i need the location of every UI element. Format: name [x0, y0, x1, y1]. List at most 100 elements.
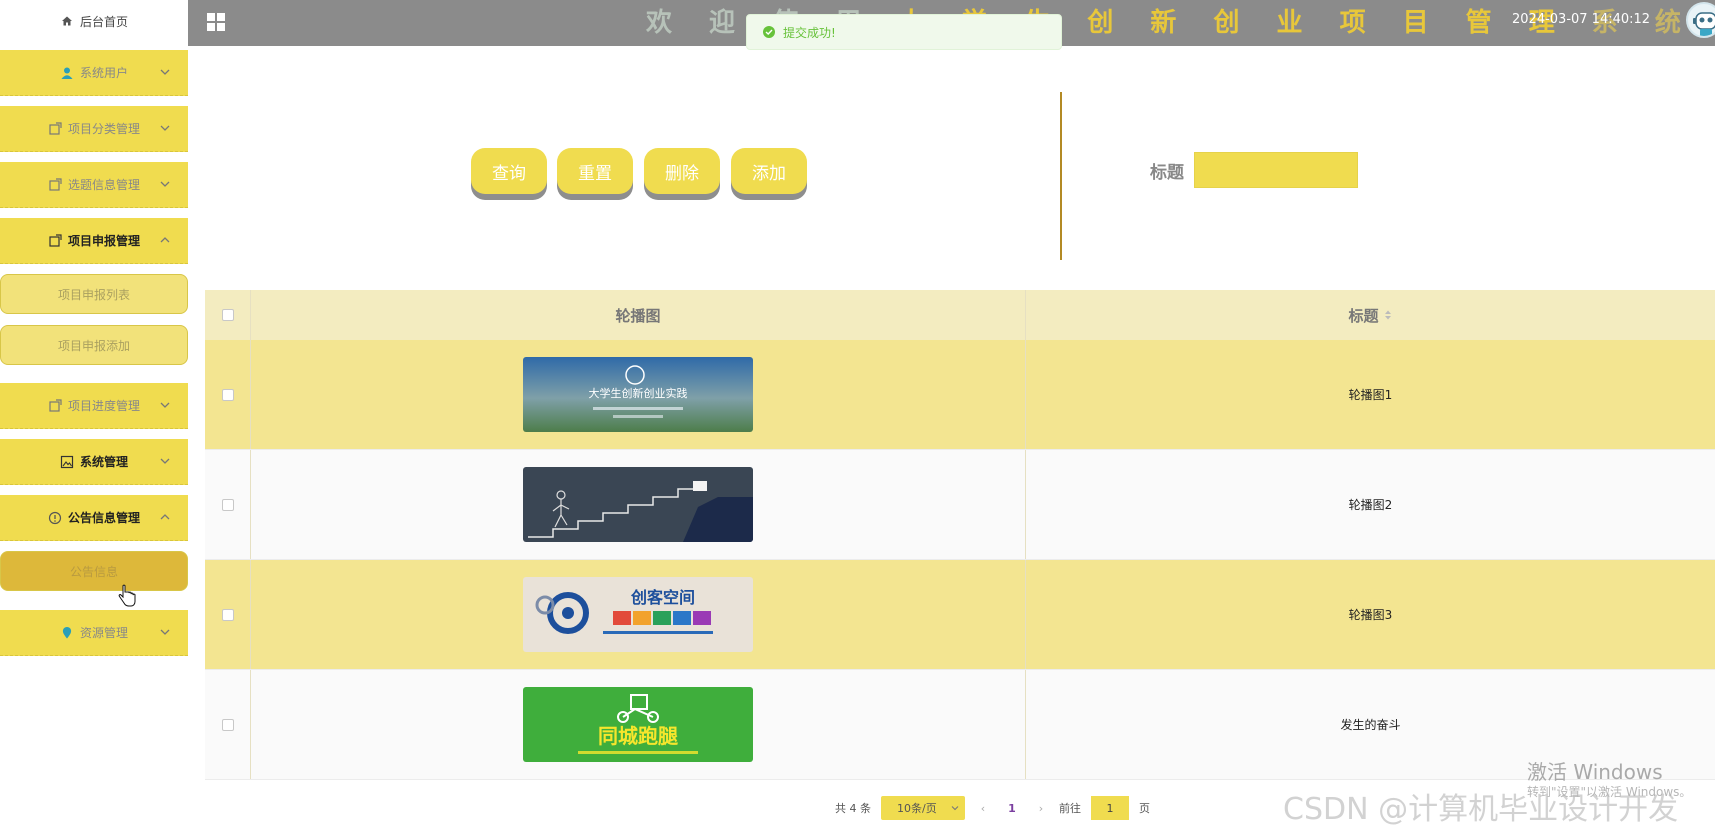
sidebar-item-label: 系统用户: [79, 66, 128, 80]
pagination-total: 共 4 条: [835, 802, 871, 815]
row-checkbox[interactable]: [221, 718, 234, 731]
delivery-green-image: 同城跑腿: [523, 687, 753, 762]
sidebar-subitem-project-apply-list[interactable]: 项目申报列表: [0, 274, 188, 314]
row-image-cell: 创客空间: [251, 560, 1026, 669]
table-row[interactable]: 大学生创新创业实践 轮播图1: [205, 340, 1715, 450]
sidebar-item-label: 项目进度管理: [67, 399, 140, 413]
robot-avatar-icon: [1693, 12, 1715, 36]
sidebar-item-project-category[interactable]: 项目分类管理: [0, 106, 188, 152]
table-row[interactable]: 轮播图2: [205, 450, 1715, 560]
row-checkbox[interactable]: [221, 498, 234, 511]
next-page-button[interactable]: ›: [1033, 802, 1049, 815]
sidebar-item-label: 项目申报管理: [67, 234, 140, 248]
windows-activation-title: 激活 Windows: [1527, 760, 1663, 784]
sidebar-item-system-manage[interactable]: 系统管理: [0, 439, 188, 485]
sidebar-subitem-label: 公告信息: [69, 564, 118, 579]
title-search-input[interactable]: [1194, 152, 1358, 188]
select-all-checkbox[interactable]: [221, 309, 234, 321]
chevron-down-icon: [160, 181, 170, 187]
add-button[interactable]: 添加: [731, 148, 807, 194]
carousel-table: 轮播图 标题 大学生创新创业实践 轮播图1 轮播图2 创客空间 轮播图3 同城跑…: [205, 290, 1715, 780]
sidebar-item-system-users[interactable]: 系统用户: [0, 50, 188, 96]
prev-page-button[interactable]: ‹: [975, 802, 991, 815]
row-checkbox[interactable]: [221, 608, 234, 621]
page-size-value: 10条/页: [897, 802, 937, 815]
chevron-down-icon: [160, 629, 170, 635]
header-title-label: 标题: [1348, 306, 1379, 325]
row-check-cell: [205, 450, 251, 559]
doc-icon: [49, 121, 62, 135]
reset-button[interactable]: 重置: [557, 148, 633, 194]
search-divider: [1060, 92, 1062, 260]
chevron-down-icon: [160, 458, 170, 464]
sidebar-item-label: 系统管理: [79, 455, 128, 469]
toast-message: 提交成功!: [783, 25, 836, 40]
app-root: 后台首页 系统用户 项目分类管理 选题信息管理 项目申报管理 项目申报列表 项目…: [0, 0, 1715, 833]
info-icon: [48, 511, 62, 524]
sort-icon[interactable]: [1383, 308, 1393, 322]
sidebar-subitem-label: 项目申报列表: [57, 287, 130, 302]
user-icon: [61, 67, 73, 79]
sidebar-item-project-apply[interactable]: 项目申报管理: [0, 218, 188, 264]
header-check-cell: [205, 290, 251, 340]
chevron-down-icon: [160, 125, 170, 131]
table-row[interactable]: 创客空间 轮播图3: [205, 560, 1715, 670]
sidebar-item-topic-info[interactable]: 选题信息管理: [0, 162, 188, 208]
carousel-thumbnail: 创客空间: [523, 577, 753, 652]
hand-cursor-icon: [118, 584, 136, 607]
sidebar-item-label: 资源管理: [79, 626, 128, 640]
sidebar-item-notice-manage[interactable]: 公告信息管理: [0, 495, 188, 541]
pagination: 共 4 条 10条/页 ‹ 1 › 前往 1 页: [835, 796, 1150, 820]
row-title: 轮播图2: [1348, 498, 1393, 512]
chevron-up-icon: [160, 237, 170, 243]
row-image-cell: 同城跑腿: [251, 670, 1026, 779]
chevron-up-icon: [160, 514, 170, 520]
doc-icon: [49, 398, 62, 412]
sidebar-item-resource-manage[interactable]: 资源管理: [0, 610, 188, 656]
row-image-cell: 大学生创新创业实践: [251, 340, 1026, 449]
carousel-thumbnail: 同城跑腿: [523, 687, 753, 762]
goto-suffix: 页: [1139, 802, 1150, 815]
query-button[interactable]: 查询: [471, 148, 547, 194]
table-header: 轮播图 标题: [205, 290, 1715, 340]
chevron-down-icon: [160, 402, 170, 408]
goto-page-input[interactable]: 1: [1091, 796, 1129, 820]
table-row[interactable]: 同城跑腿 发生的奋斗: [205, 670, 1715, 780]
chalkboard-stairs-image: [523, 467, 753, 542]
carousel-thumbnail: 大学生创新创业实践: [523, 357, 753, 432]
header-title[interactable]: 标题: [1026, 290, 1715, 340]
doc-icon: [49, 177, 62, 191]
delivery-text: 同城跑腿: [598, 724, 678, 748]
grid-menu-icon[interactable]: [206, 12, 226, 32]
banner-text: 大学生创新创业实践: [589, 386, 688, 400]
pin-icon: [62, 626, 72, 638]
row-image-cell: [251, 450, 1026, 559]
delete-button[interactable]: 删除: [644, 148, 720, 194]
sidebar-item-label: 选题信息管理: [67, 178, 140, 192]
sidebar-home[interactable]: 后台首页: [0, 0, 188, 42]
row-check-cell: [205, 670, 251, 779]
row-title: 轮播图3: [1348, 608, 1393, 622]
row-checkbox[interactable]: [221, 388, 234, 401]
page-number-current[interactable]: 1: [1001, 802, 1023, 815]
sidebar-subitem-notice-info[interactable]: 公告信息: [0, 551, 188, 591]
header-image: 轮播图: [251, 290, 1026, 340]
maker-text: 创客空间: [630, 588, 695, 607]
sidebar: 后台首页 系统用户 项目分类管理 选题信息管理 项目申报管理 项目申报列表 项目…: [0, 0, 188, 833]
home-icon: [61, 16, 72, 26]
header-datetime: 2024-03-07 14:40:12: [1512, 12, 1651, 27]
avatar[interactable]: [1686, 2, 1715, 38]
sidebar-home-label: 后台首页: [79, 14, 128, 29]
row-title: 轮播图1: [1348, 388, 1393, 402]
maker-space-image: 创客空间: [523, 577, 753, 652]
sidebar-item-label: 公告信息管理: [67, 511, 140, 525]
sidebar-item-project-progress[interactable]: 项目进度管理: [0, 383, 188, 429]
page-size-select[interactable]: 10条/页: [881, 796, 965, 820]
chevron-down-icon: [951, 806, 959, 811]
carousel-thumbnail: [523, 467, 753, 542]
row-check-cell: [205, 560, 251, 669]
success-toast: 提交成功!: [746, 14, 1062, 50]
row-check-cell: [205, 340, 251, 449]
sidebar-subitem-project-apply-add[interactable]: 项目申报添加: [0, 325, 188, 365]
check-circle-icon: [763, 26, 775, 38]
